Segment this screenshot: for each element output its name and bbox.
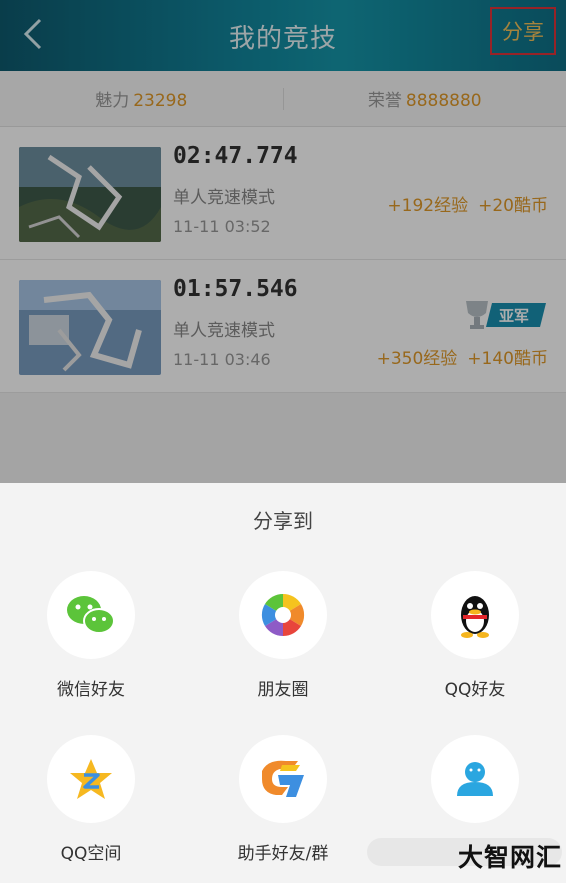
share-option-qzone[interactable]: QQ空间 — [21, 735, 161, 864]
share-option-circle — [431, 735, 519, 823]
share-sheet-title: 分享到 — [253, 509, 313, 533]
share-sheet: 分享到 微信好友 朋友圈 QQ好友 QQ空间 助手好友/群 — [0, 483, 566, 883]
share-option-qq[interactable]: QQ好友 — [405, 571, 545, 700]
share-option-circle — [239, 571, 327, 659]
share-option-label: QQ空间 — [60, 844, 122, 864]
share-option-circle — [47, 735, 135, 823]
watermark-text: 大智网汇 — [458, 843, 563, 872]
modal-backdrop[interactable] — [0, 0, 566, 483]
moments-icon — [261, 593, 305, 637]
share-option-moments[interactable]: 朋友圈 — [213, 571, 353, 700]
share-option-label: QQ好友 — [444, 680, 506, 700]
share-option-label: 助手好友/群 — [237, 844, 329, 864]
share-option-label: 微信好友 — [57, 680, 125, 700]
contact-icon — [457, 762, 493, 796]
share-option-circle — [431, 571, 519, 659]
share-option-wechat[interactable]: 微信好友 — [21, 571, 161, 700]
wechat-icon — [67, 596, 115, 634]
share-option-circle — [47, 571, 135, 659]
share-option-label: 朋友圈 — [257, 680, 309, 700]
qq-icon — [461, 596, 489, 638]
share-option-circle — [239, 735, 327, 823]
share-option-contact[interactable] — [405, 735, 545, 839]
assistant-icon — [262, 760, 304, 797]
qzone-icon — [70, 759, 112, 799]
share-option-assistant[interactable]: 助手好友/群 — [213, 735, 353, 864]
